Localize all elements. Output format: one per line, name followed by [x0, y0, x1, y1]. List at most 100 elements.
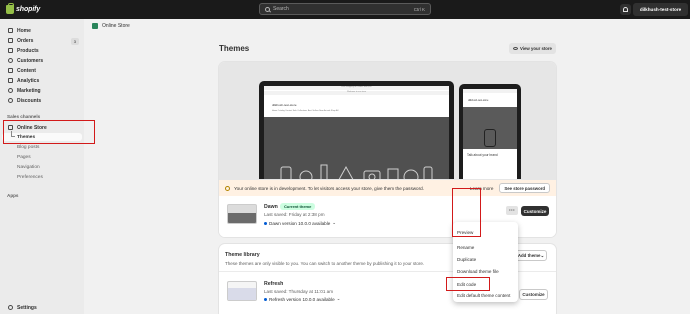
menu-item-rename[interactable]: Rename — [457, 243, 515, 252]
shopify-logo[interactable]: shopify — [6, 3, 41, 15]
menu-item-duplicate[interactable]: Duplicate — [457, 255, 515, 264]
sidebar-subitem-themes[interactable]: Themes — [2, 131, 82, 141]
theme-preview-area[interactable]: Free Shipping on Orders over $50 Welcome… — [219, 62, 556, 180]
desktop-store-name: dilkhush-test-store — [272, 103, 297, 107]
sales-channels-heading[interactable]: Sales channels — [7, 114, 40, 119]
learn-more-link[interactable]: Learn more — [470, 186, 494, 191]
warning-icon — [225, 185, 230, 191]
sidebar-item-label: Marketing — [17, 87, 41, 94]
gear-icon — [8, 305, 13, 310]
theme-version-notice[interactable]: Dawn version 10.0.0 available ⌄ — [264, 220, 336, 226]
menu-item-edit-code[interactable]: Edit code — [457, 280, 515, 289]
apps-heading[interactable]: Apps — [7, 193, 18, 198]
mobile-subheading: Talk about your brand — [467, 153, 498, 157]
shopify-bag-icon — [6, 3, 14, 14]
desktop-nav: Home Catalog Contact Sale Collections Be… — [272, 110, 339, 112]
marketing-icon — [8, 88, 13, 93]
mobile-preview: dilkhush-test-store Image banner Talk ab… — [459, 84, 521, 179]
theme-library-title: Theme library — [225, 252, 260, 258]
current-theme-badge: Current theme — [280, 203, 316, 210]
desktop-announcement-2: Welcome to our store — [264, 91, 449, 95]
sidebar-subitem-blog-posts[interactable]: Blog posts — [2, 143, 82, 151]
theme-thumbnail — [227, 204, 257, 224]
menu-item-edit-default-content[interactable]: Edit default theme content — [457, 291, 515, 300]
sidebar-item-products[interactable]: Products — [2, 46, 82, 55]
search-icon — [265, 6, 270, 12]
analytics-icon — [8, 78, 13, 83]
store-icon — [8, 125, 13, 130]
sidebar-item-label: Home — [17, 27, 31, 34]
menu-item-preview[interactable]: Preview — [457, 228, 515, 237]
development-notice: Your online store is in development. To … — [219, 180, 556, 196]
sidebar-item-discounts[interactable]: Discounts — [2, 96, 82, 105]
sidebar-subitem-label: Preferences — [17, 174, 43, 180]
sidebar-item-label: Online Store — [17, 124, 47, 131]
library-theme-version[interactable]: Refresh version 10.0.0 available ⌄ — [264, 296, 341, 302]
library-customize-button[interactable]: Customize — [519, 289, 548, 300]
menu-item-download[interactable]: Download theme file — [457, 267, 515, 276]
products-icon — [8, 48, 13, 53]
view-store-label: View your store — [520, 46, 552, 51]
product-illustrations — [280, 164, 433, 179]
sidebar-item-content[interactable]: Content — [2, 66, 82, 75]
theme-actions-button[interactable]: ··· — [506, 206, 518, 215]
content-icon — [8, 68, 13, 73]
current-theme-card: Free Shipping on Orders over $50 Welcome… — [219, 62, 556, 237]
theme-version-label: Dawn version 10.0.0 available — [269, 220, 331, 226]
sidebar: Home Orders 3 Products Customers Content … — [0, 19, 84, 314]
sidebar-subitem-label: Pages — [17, 154, 31, 160]
sidebar-item-analytics[interactable]: Analytics — [2, 76, 82, 85]
see-store-password-button[interactable]: See store password — [499, 183, 550, 193]
info-dot-icon — [264, 297, 267, 301]
eye-icon — [513, 47, 519, 50]
theme-last-saved: Last saved: Friday at 2:38 pm — [264, 212, 325, 217]
view-store-button[interactable]: View your store — [509, 43, 556, 54]
home-icon — [8, 28, 13, 33]
orders-icon — [8, 38, 13, 43]
sidebar-subitem-label: Blog posts — [17, 144, 40, 150]
watch-icon — [484, 129, 496, 147]
theme-thumbnail — [227, 281, 257, 301]
sidebar-item-home[interactable]: Home — [2, 26, 82, 35]
customers-icon — [8, 58, 13, 63]
page-title: Themes — [219, 44, 250, 53]
tree-elbow — [11, 131, 15, 137]
sidebar-subitem-pages[interactable]: Pages — [2, 153, 82, 161]
add-theme-button[interactable]: Add theme ⌄ — [515, 250, 547, 261]
store-menu-button[interactable]: dilkhush-test-store — [633, 3, 688, 16]
search-input[interactable]: Search Ctrl K — [259, 3, 431, 15]
chevron-down-icon: ⌄ — [336, 296, 341, 301]
breadcrumb-label: Online Store — [102, 23, 130, 29]
breadcrumb: Online Store — [92, 23, 130, 29]
mobile-screen: dilkhush-test-store Image banner Talk ab… — [463, 89, 517, 179]
mobile-banner: Image banner — [463, 107, 517, 156]
desktop-banner — [264, 117, 449, 179]
desktop-announcement: Free Shipping on Orders over $50 — [264, 86, 449, 90]
brand-name: shopify — [16, 6, 41, 13]
sidebar-item-label: Customers — [17, 57, 44, 64]
sidebar-item-label: Products — [17, 47, 39, 54]
sidebar-subitem-label: Themes — [17, 134, 36, 140]
theme-library-description: These themes are only visible to you. Yo… — [225, 261, 425, 266]
online-store-icon — [92, 23, 98, 29]
mobile-announcement — [463, 89, 517, 93]
theme-actions-menu: Preview Rename Duplicate Download theme … — [453, 222, 518, 302]
theme-name: Dawn — [264, 204, 278, 210]
chevron-down-icon: ⌄ — [332, 220, 337, 225]
sidebar-subitem-preferences[interactable]: Preferences — [2, 173, 82, 181]
sidebar-item-marketing[interactable]: Marketing — [2, 86, 82, 95]
add-theme-label: Add theme — [517, 253, 541, 258]
sidebar-item-label: Discounts — [17, 97, 42, 104]
library-version-label: Refresh version 10.0.0 available — [269, 296, 335, 302]
sidebar-item-label: Orders — [17, 37, 34, 44]
customize-button[interactable]: Customize — [521, 206, 549, 216]
library-theme-last-saved: Last saved: Thursday at 11:01 am — [264, 289, 334, 294]
sidebar-item-customers[interactable]: Customers — [2, 56, 82, 65]
discounts-icon — [8, 98, 13, 103]
info-dot-icon — [264, 221, 267, 225]
sidebar-item-orders[interactable]: Orders 3 — [2, 36, 82, 45]
notifications-button[interactable] — [620, 4, 631, 15]
mobile-store-name: dilkhush-test-store — [468, 99, 489, 102]
sidebar-subitem-navigation[interactable]: Navigation — [2, 163, 82, 171]
sidebar-item-settings[interactable]: Settings — [2, 303, 82, 312]
